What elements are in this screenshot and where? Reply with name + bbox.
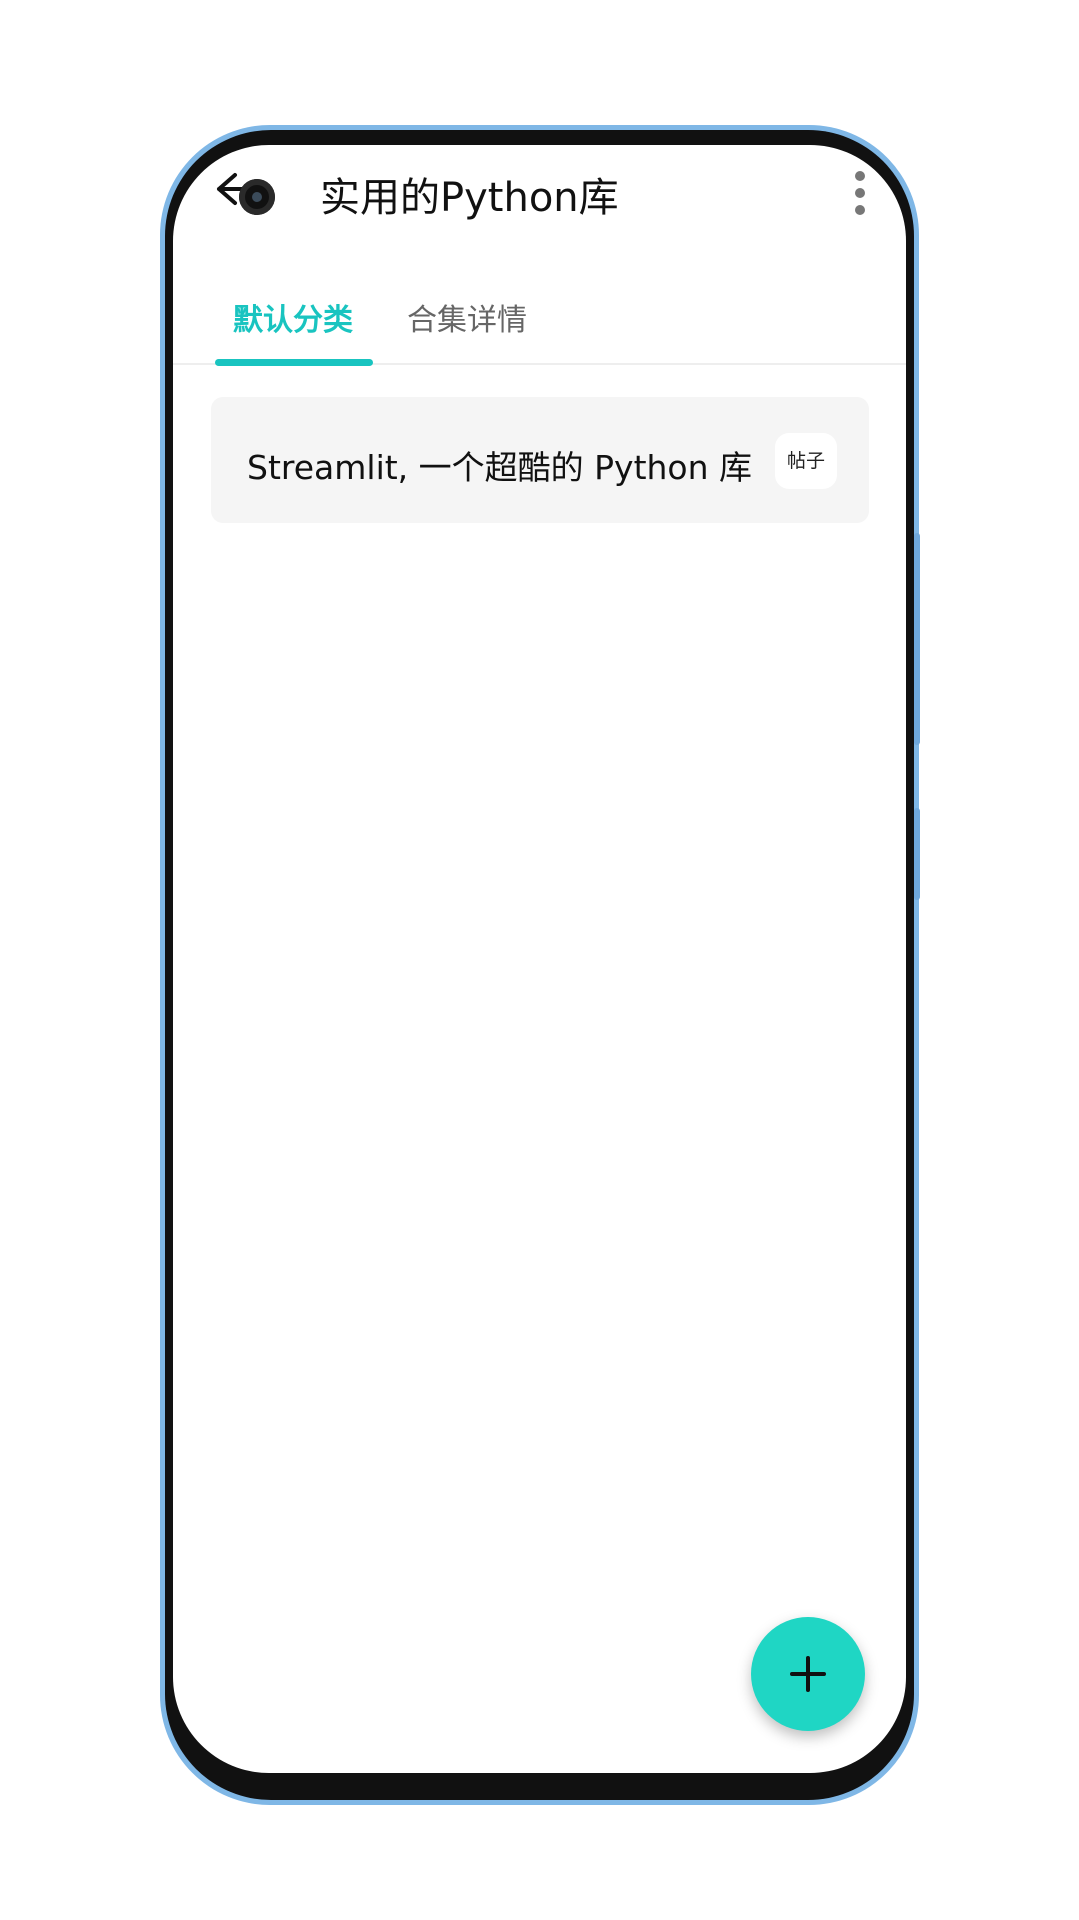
- power-button: [914, 808, 920, 900]
- phone-screen: 实用的Python库 默认分类 合集详情 Streamlit, 一个超酷的 Py…: [173, 145, 906, 1773]
- more-vertical-icon[interactable]: [850, 171, 870, 215]
- tab-collection-details[interactable]: 合集详情: [407, 295, 527, 339]
- page: 实用的Python库 默认分类 合集详情 Streamlit, 一个超酷的 Py…: [0, 0, 1079, 1920]
- plus-icon: [790, 1656, 826, 1692]
- volume-button: [914, 533, 920, 745]
- tab-bar: 默认分类 合集详情: [173, 285, 906, 365]
- list-item[interactable]: Streamlit, 一个超酷的 Python 库 帖子: [211, 397, 869, 523]
- app-bar: 实用的Python库: [173, 145, 906, 245]
- add-button[interactable]: [751, 1617, 865, 1731]
- page-title: 实用的Python库: [320, 175, 619, 221]
- tab-default-category[interactable]: 默认分类: [233, 295, 353, 339]
- front-camera-icon: [239, 179, 275, 215]
- post-type-badge: 帖子: [775, 433, 837, 489]
- active-tab-indicator: [215, 359, 373, 366]
- list-item-title: Streamlit, 一个超酷的 Python 库: [247, 448, 753, 487]
